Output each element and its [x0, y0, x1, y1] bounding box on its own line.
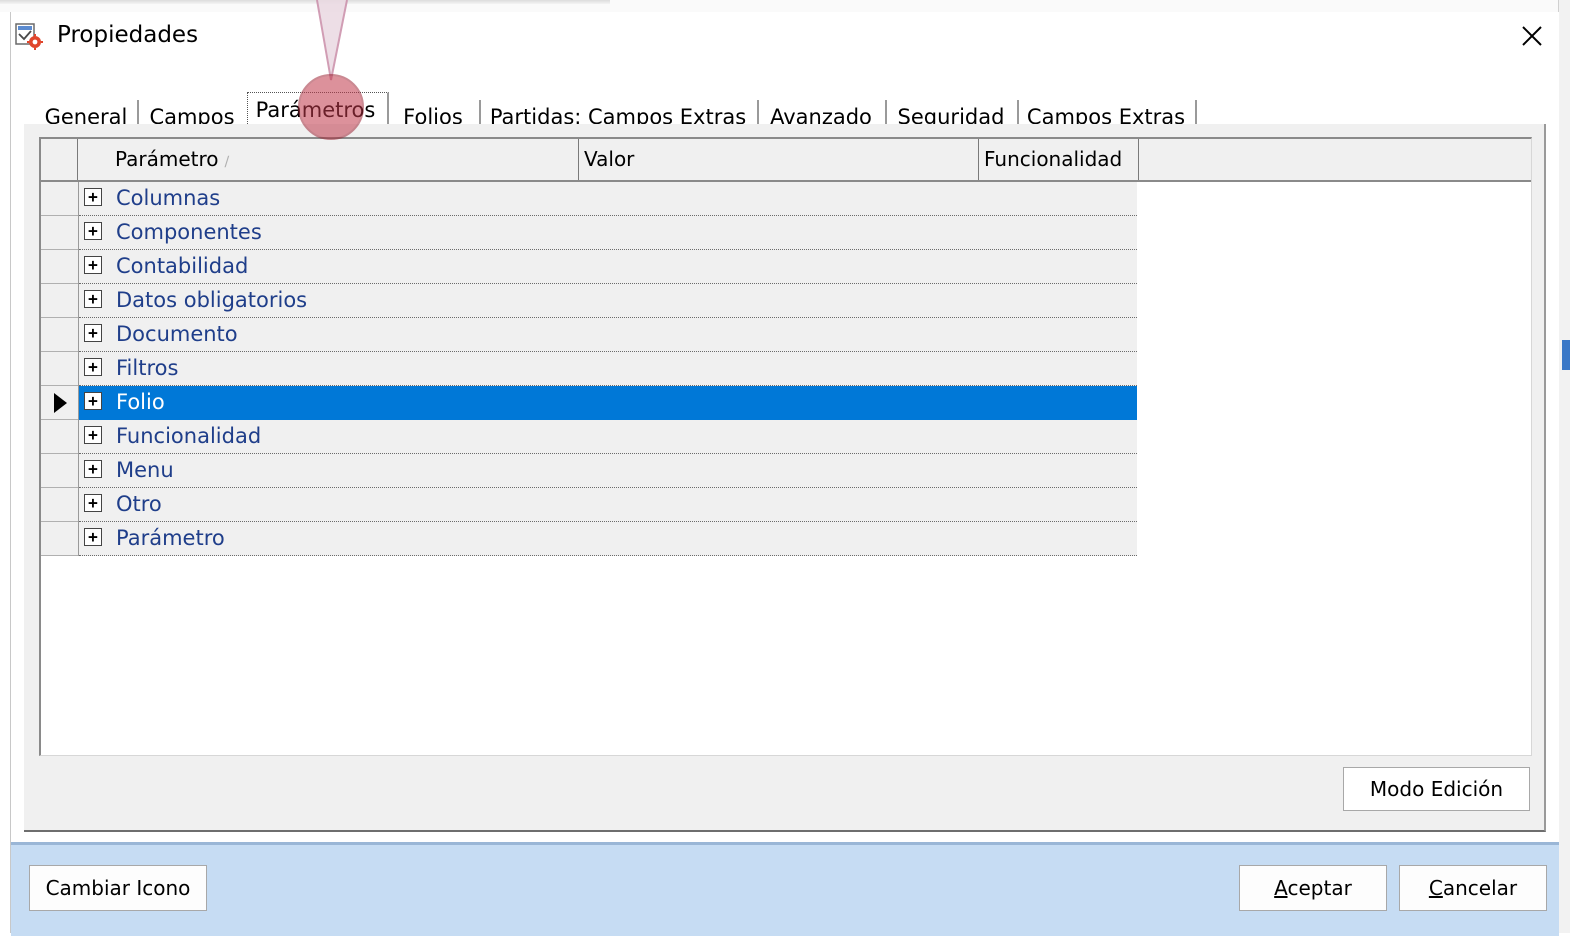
- properties-dialog: Propiedades General Campos Parámetros Fo…: [10, 12, 1559, 936]
- row-indicator[interactable]: [41, 216, 78, 250]
- row-indicator[interactable]: [41, 352, 78, 386]
- expand-plus-icon[interactable]: +: [84, 528, 102, 546]
- background-scroll-accent: [1562, 340, 1570, 370]
- row-indicator[interactable]: [41, 182, 78, 216]
- group-label: Filtros: [116, 356, 179, 380]
- aceptar-button[interactable]: Aceptar: [1239, 865, 1387, 911]
- grid-group-row-menu[interactable]: + Menu: [79, 454, 1137, 488]
- properties-app-icon: [15, 23, 43, 50]
- expand-plus-icon[interactable]: +: [84, 324, 102, 342]
- cambiar-icono-button[interactable]: Cambiar Icono: [29, 865, 207, 911]
- mnemonic-letter: C: [1428, 876, 1443, 900]
- grid-header: Parámetro ∕ Valor Funcionalidad: [41, 139, 1531, 182]
- expand-plus-icon[interactable]: +: [84, 460, 102, 478]
- grid-group-row-folio[interactable]: + Folio: [79, 386, 1137, 420]
- sort-ascending-icon: ∕: [224, 154, 230, 170]
- modo-edicion-button[interactable]: Modo Edición: [1343, 767, 1530, 811]
- parameters-grid[interactable]: Parámetro ∕ Valor Funcionalidad + Column…: [39, 137, 1532, 756]
- row-indicator[interactable]: [41, 250, 78, 284]
- row-indicator[interactable]: [41, 284, 78, 318]
- mnemonic-letter: A: [1274, 876, 1288, 900]
- window-title: Propiedades: [57, 22, 199, 48]
- group-label: Folio: [116, 390, 165, 414]
- expand-plus-icon[interactable]: +: [84, 426, 102, 444]
- row-indicator[interactable]: [41, 522, 78, 556]
- expand-plus-icon[interactable]: +: [84, 256, 102, 274]
- group-label: Otro: [116, 492, 162, 516]
- grid-group-row-parametro[interactable]: + Parámetro: [79, 522, 1137, 556]
- grid-group-row-otro[interactable]: + Otro: [79, 488, 1137, 522]
- grid-group-row-columnas[interactable]: + Columnas: [79, 182, 1137, 216]
- group-label: Contabilidad: [116, 254, 249, 278]
- expand-plus-icon[interactable]: +: [84, 358, 102, 376]
- column-header-parametro[interactable]: Parámetro ∕: [78, 139, 579, 180]
- expand-plus-icon[interactable]: +: [84, 494, 102, 512]
- row-indicator-column: [41, 182, 79, 556]
- group-label: Funcionalidad: [116, 424, 262, 448]
- grid-group-row-datos-obligatorios[interactable]: + Datos obligatorios: [79, 284, 1137, 318]
- column-header-valor[interactable]: Valor: [579, 139, 979, 180]
- expand-plus-icon[interactable]: +: [84, 222, 102, 240]
- group-label: Menu: [116, 458, 174, 482]
- dialog-footer: Cambiar Icono Aceptar Cancelar: [11, 842, 1559, 936]
- column-header-label: Parámetro: [115, 147, 219, 171]
- grid-group-row-componentes[interactable]: + Componentes: [79, 216, 1137, 250]
- button-label: ancelar: [1442, 876, 1518, 900]
- row-indicator[interactable]: [41, 454, 78, 488]
- expand-plus-icon[interactable]: +: [84, 290, 102, 308]
- row-indicator[interactable]: [41, 386, 78, 420]
- group-label: Componentes: [116, 220, 262, 244]
- row-indicator[interactable]: [41, 420, 78, 454]
- header-indicator-cell: [41, 139, 78, 180]
- grid-group-row-documento[interactable]: + Documento: [79, 318, 1137, 352]
- group-label: Columnas: [116, 186, 221, 210]
- column-header-funcionalidad[interactable]: Funcionalidad: [979, 139, 1139, 180]
- background-window-top: [0, 0, 1570, 12]
- grid-group-row-funcionalidad[interactable]: + Funcionalidad: [79, 420, 1137, 454]
- group-label: Parámetro: [116, 526, 225, 550]
- current-row-arrow-icon: [54, 393, 67, 413]
- grid-group-row-filtros[interactable]: + Filtros: [79, 352, 1137, 386]
- close-icon[interactable]: [1511, 18, 1553, 56]
- row-indicator[interactable]: [41, 318, 78, 352]
- button-label: ceptar: [1287, 876, 1352, 900]
- expand-plus-icon[interactable]: +: [84, 392, 102, 410]
- tab-panel-parametros: Parámetro ∕ Valor Funcionalidad + Column…: [24, 124, 1546, 832]
- expand-plus-icon[interactable]: +: [84, 188, 102, 206]
- background-window-right: [1558, 0, 1570, 933]
- group-label: Datos obligatorios: [116, 288, 308, 312]
- grid-group-row-contabilidad[interactable]: + Contabilidad: [79, 250, 1137, 284]
- title-bar[interactable]: Propiedades: [11, 12, 1559, 64]
- cancelar-button[interactable]: Cancelar: [1399, 865, 1547, 911]
- row-indicator[interactable]: [41, 488, 78, 522]
- group-label: Documento: [116, 322, 238, 346]
- background-shadow: [0, 0, 610, 4]
